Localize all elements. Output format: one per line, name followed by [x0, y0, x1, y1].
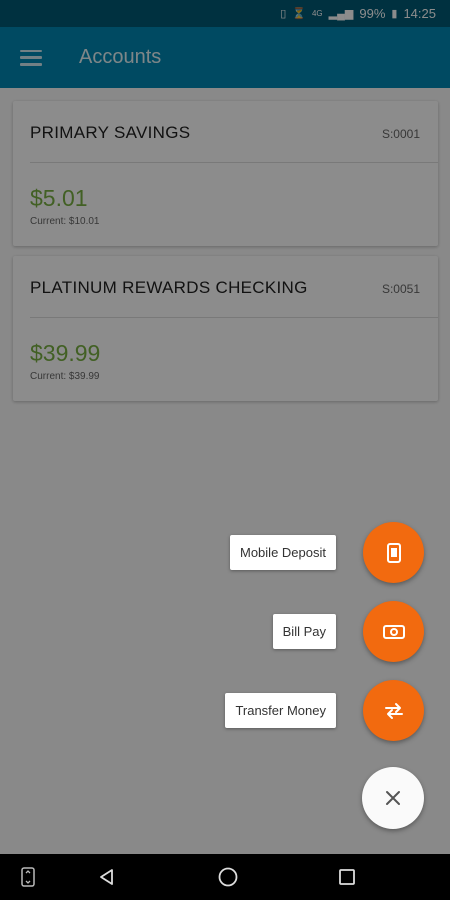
bill-pay-icon: [382, 624, 405, 639]
transfer-arrows-icon: [384, 702, 403, 719]
close-icon: [386, 791, 400, 805]
bill-pay-button[interactable]: [363, 601, 424, 662]
transfer-money-button[interactable]: [363, 680, 424, 741]
check-deposit-icon: [386, 542, 401, 563]
fab-item-transfer-money[interactable]: Transfer Money: [225, 680, 424, 741]
home-icon[interactable]: [216, 865, 240, 889]
mobile-deposit-label[interactable]: Mobile Deposit: [230, 535, 336, 570]
navigation-bar: [0, 854, 450, 900]
close-fab-button[interactable]: [362, 767, 424, 829]
recents-icon[interactable]: [335, 865, 359, 889]
back-icon[interactable]: [95, 865, 119, 889]
fab-item-bill-pay[interactable]: Bill Pay: [272, 601, 424, 662]
mobile-deposit-button[interactable]: [363, 522, 424, 583]
fab-item-mobile-deposit[interactable]: Mobile Deposit: [230, 522, 424, 583]
transfer-money-label[interactable]: Transfer Money: [225, 693, 336, 728]
app-switcher-icon[interactable]: [16, 865, 40, 889]
bill-pay-label[interactable]: Bill Pay: [272, 614, 336, 649]
